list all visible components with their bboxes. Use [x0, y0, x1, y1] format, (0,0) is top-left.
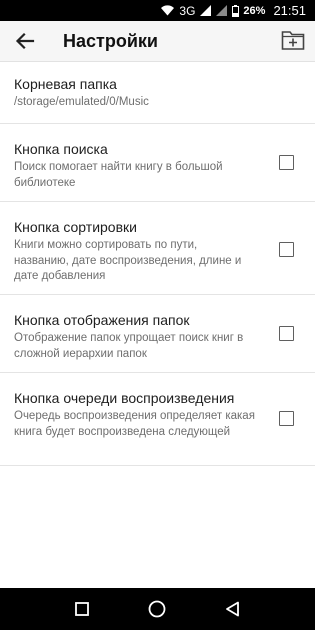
page-title: Настройки: [63, 31, 158, 51]
sort-button-checkbox[interactable]: [279, 242, 294, 257]
add-folder-icon[interactable]: [281, 29, 305, 51]
setting-description: /storage/emulated/0/Music: [14, 96, 149, 108]
setting-title: Кнопка поиска: [14, 141, 108, 157]
setting-description: Очередь воспроизведения определяет какая…: [14, 410, 255, 438]
battery-percent: 26%: [243, 4, 266, 17]
setting-root-folder[interactable]: Корневая папка /storage/emulated/0/Music: [0, 62, 315, 124]
queue-button-checkbox[interactable]: [279, 411, 294, 426]
setting-title: Кнопка сортировки: [14, 219, 137, 235]
folders-button-checkbox[interactable]: [279, 326, 294, 341]
app-bar: Настройки: [0, 21, 315, 62]
setting-title: Кнопка отображения папок: [14, 312, 190, 328]
settings-list: Корневая папка /storage/emulated/0/Music…: [0, 62, 315, 466]
signal-empty-icon: [216, 5, 228, 16]
recents-square-icon[interactable]: [71, 598, 93, 620]
battery-icon: [232, 4, 240, 17]
back-triangle-icon[interactable]: [222, 598, 244, 620]
clock: 21:51: [273, 3, 306, 18]
setting-description: Отображение папок упрощает поиск книг в …: [14, 332, 244, 360]
signal-icon: [200, 5, 212, 16]
setting-description: Поиск помогает найти книгу в большой биб…: [14, 161, 223, 189]
home-circle-icon[interactable]: [146, 598, 168, 620]
wifi-icon: [161, 5, 175, 16]
setting-description: Книги можно сортировать по пути, названи…: [14, 239, 242, 282]
setting-sort-button: Кнопка сортировки Книги можно сортироват…: [0, 202, 315, 295]
setting-title: Кнопка очереди воспроизведения: [14, 390, 235, 406]
network-type: 3G: [179, 3, 196, 18]
status-bar: 3G 26% 21:51: [0, 0, 315, 21]
setting-title: Корневая папка: [14, 76, 117, 92]
setting-folders-button: Кнопка отображения папок Отображение пап…: [0, 295, 315, 373]
back-arrow-icon[interactable]: [14, 30, 36, 52]
setting-queue-button: Кнопка очереди воспроизведения Очередь в…: [0, 373, 315, 466]
setting-search-button: Кнопка поиска Поиск помогает найти книгу…: [0, 124, 315, 202]
search-button-checkbox[interactable]: [279, 155, 294, 170]
navigation-bar: [0, 588, 315, 630]
